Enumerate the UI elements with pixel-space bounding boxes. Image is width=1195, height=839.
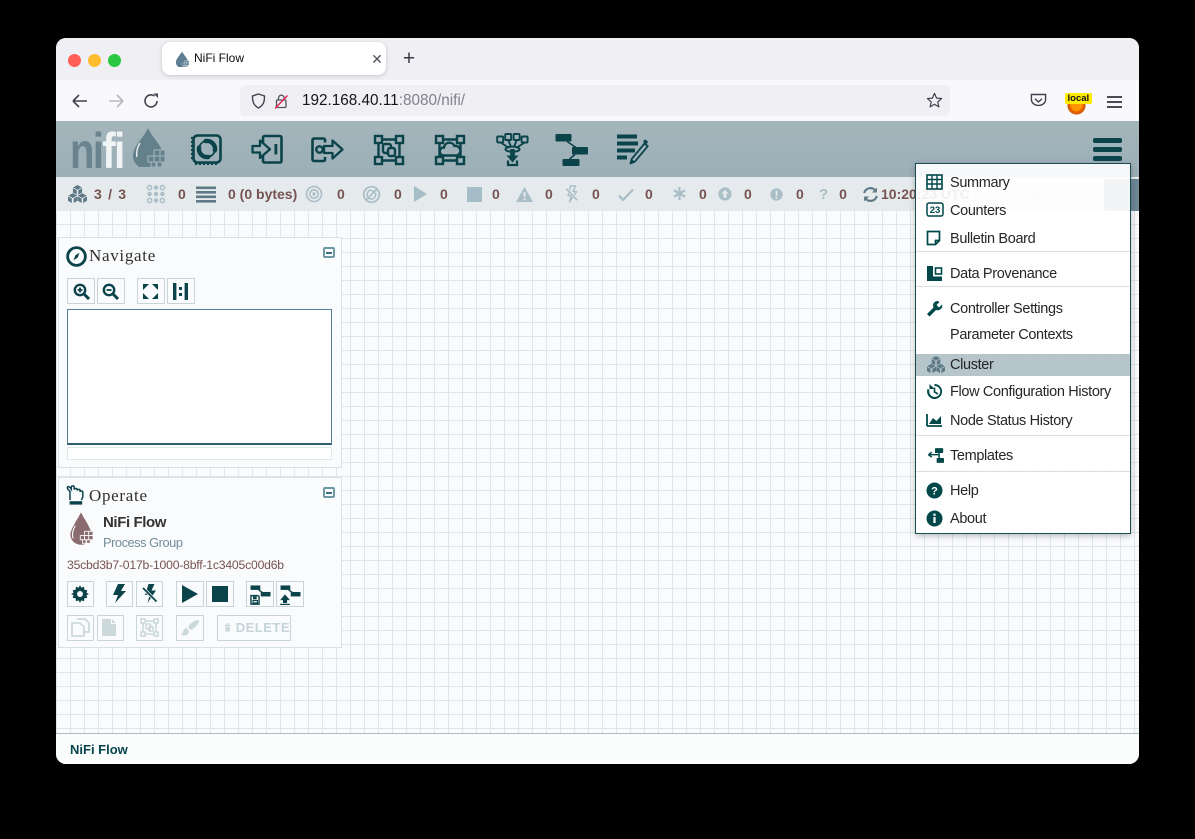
svg-text:?: ? [931,486,938,498]
svg-text:23: 23 [930,205,941,216]
